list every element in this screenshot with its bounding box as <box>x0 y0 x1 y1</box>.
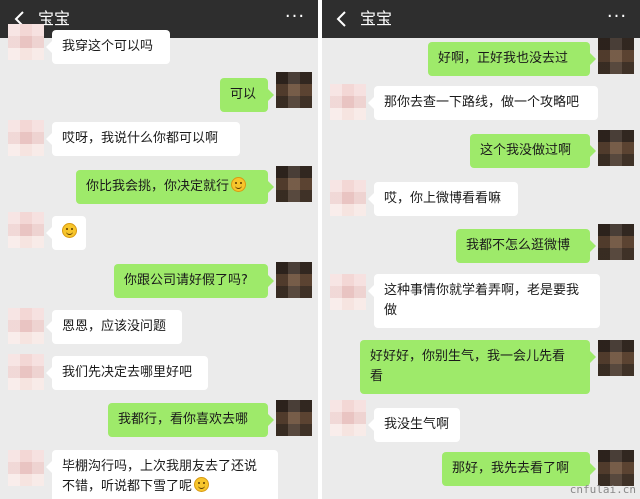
self-avatar[interactable] <box>598 450 634 486</box>
self-avatar[interactable] <box>276 166 312 202</box>
self-avatar[interactable] <box>598 38 634 74</box>
self-avatar[interactable] <box>598 340 634 376</box>
contact-avatar[interactable] <box>330 400 366 436</box>
self-avatar[interactable] <box>276 72 312 108</box>
more-dots-icon[interactable]: ··· <box>284 7 306 29</box>
outgoing-message: 你比我会挑，你决定就行 <box>76 170 274 204</box>
contact-avatar[interactable] <box>330 180 366 216</box>
outgoing-message: 我都行，看你喜欢去哪 <box>108 403 274 437</box>
incoming-message: 我穿这个可以吗 <box>46 30 170 64</box>
incoming-message <box>46 216 86 250</box>
outgoing-message: 这个我没做过啊 <box>470 134 596 168</box>
grin-emoji-icon <box>194 477 210 492</box>
incoming-message: 那你去查一下路线，做一个攻略吧 <box>368 86 598 120</box>
incoming-message: 这种事情你就学着弄啊，老是要我 做 <box>368 274 600 328</box>
outgoing-message: 好好好，你别生气，我一会儿先看 看 <box>360 340 596 394</box>
contact-avatar[interactable] <box>8 450 44 486</box>
incoming-message: 毕棚沟行吗，上次我朋友去了还说 不错，听说都下雪了呢 <box>46 450 278 499</box>
incoming-message: 哎，你上微博看看嘛 <box>368 182 518 216</box>
self-avatar[interactable] <box>598 130 634 166</box>
contact-avatar[interactable] <box>8 24 44 60</box>
incoming-message: 恩恩，应该没问题 <box>46 310 182 344</box>
outgoing-message: 可以 <box>220 78 274 112</box>
contact-avatar[interactable] <box>8 120 44 156</box>
contact-avatar[interactable] <box>8 212 44 248</box>
contact-avatar[interactable] <box>8 308 44 344</box>
incoming-message: 我们先决定去哪里好吧 <box>46 356 208 390</box>
contact-avatar[interactable] <box>8 354 44 390</box>
grin-emoji-icon <box>62 223 77 238</box>
self-avatar[interactable] <box>276 262 312 298</box>
more-dots-icon[interactable]: ··· <box>606 7 628 29</box>
self-avatar[interactable] <box>276 400 312 436</box>
outgoing-message: 你跟公司请好假了吗? <box>114 264 274 298</box>
self-avatar[interactable] <box>598 224 634 260</box>
grin-emoji-icon <box>231 177 247 192</box>
titlebar: 宝宝 ··· <box>322 0 640 38</box>
incoming-message: 我没生气啊 <box>368 408 460 442</box>
outgoing-message: 我都不怎么逛微博 <box>456 229 596 263</box>
outgoing-message: 好啊，正好我也没去过 <box>428 42 596 76</box>
watermark: cnfulai.cn <box>569 483 636 496</box>
contact-avatar[interactable] <box>330 84 366 120</box>
incoming-message: 哎呀，我说什么你都可以啊 <box>46 122 240 156</box>
contact-avatar[interactable] <box>330 274 366 310</box>
back-chevron-icon[interactable] <box>334 10 350 28</box>
chat-title: 宝宝 <box>360 9 393 28</box>
chat-panel-left: 宝宝 ··· 我穿这个可以吗 可以 哎呀，我说什么你都可以啊 你比我会挑，你决定… <box>0 0 318 499</box>
outgoing-message: 那好，我先去看了啊 <box>442 452 596 486</box>
chat-panel-right: 宝宝 ··· 好啊，正好我也没去过 那你去查一下路线，做一个攻略吧 这个我没做过… <box>322 0 640 499</box>
